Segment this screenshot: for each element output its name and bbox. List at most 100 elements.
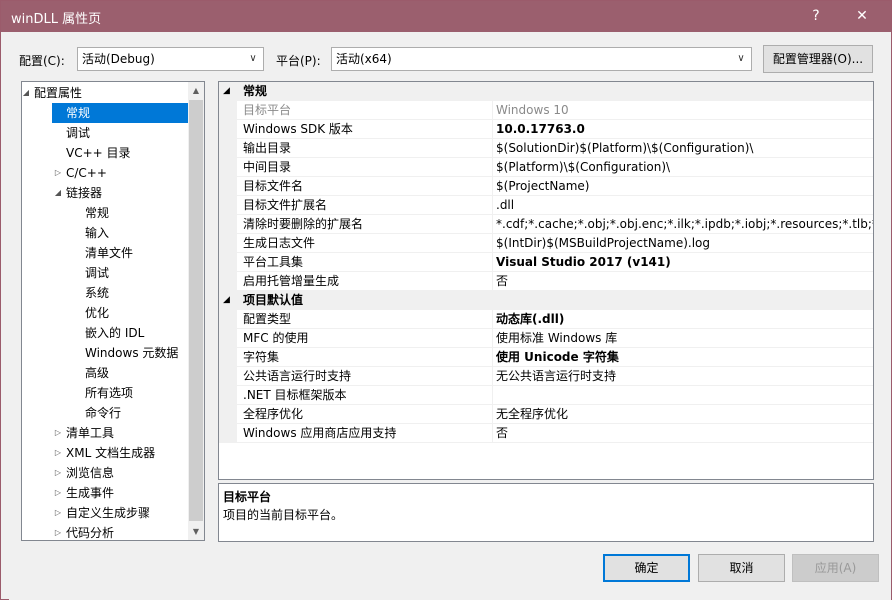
tree-item[interactable]: 嵌入的 IDL [22, 323, 188, 343]
property-row[interactable]: 清除时要删除的扩展名 *.cdf;*.cache;*.obj;*.obj.enc;… [219, 215, 873, 234]
property-grid[interactable]: ◢ 常规 目标平台 Windows 10 Windows SDK 版本 10.0.1776… [218, 81, 874, 480]
expand-arrow-icon[interactable]: ▷ [52, 163, 64, 183]
property-row[interactable]: 配置类型 动态库(.dll) [219, 310, 873, 329]
property-name: 配置类型 [243, 312, 292, 326]
property-row[interactable]: 字符集 使用 Unicode 字符集 [219, 348, 873, 367]
tree-item-label: 链接器 [66, 186, 103, 200]
row-gutter [219, 158, 237, 177]
tree-item[interactable]: Windows 元数据 [22, 343, 188, 363]
row-gutter [219, 272, 237, 291]
property-value[interactable]: Windows 10 [496, 101, 873, 120]
property-value[interactable]: 使用 Unicode 字符集 [496, 348, 873, 367]
apply-button[interactable]: 应用(A) [792, 554, 879, 582]
tree-item[interactable]: 高级 [22, 363, 188, 383]
tree-item[interactable]: 所有选项 [22, 383, 188, 403]
property-row[interactable]: 输出目录 $(SolutionDir)$(Platform)\$(Configur… [219, 139, 873, 158]
tree-item[interactable]: ▷ C/C++ [22, 163, 188, 183]
tree-scrollbar[interactable]: ▲ ▼ [188, 82, 204, 540]
property-tree[interactable]: ▲ ▼ ◢ 配置属性 常规 调试 VC++ 目录 ▷ C/C++ ◢ 链接器 常规 输入 清单文件 调试… [21, 81, 205, 541]
property-value[interactable]: *.cdf;*.cache;*.obj;*.obj.enc;*.ilk;*.ip… [496, 215, 873, 234]
property-row[interactable]: .NET 目标框架版本 [219, 386, 873, 405]
row-gutter [219, 386, 237, 405]
scroll-thumb[interactable] [189, 100, 203, 521]
help-button[interactable]: ? [793, 1, 839, 32]
expand-arrow-icon[interactable]: ▷ [52, 483, 64, 503]
expand-arrow-icon[interactable]: ▷ [52, 503, 64, 523]
title-bar[interactable]: winDLL 属性页 ? ✕ [1, 1, 891, 32]
property-row[interactable]: 目标文件扩展名 .dll [219, 196, 873, 215]
property-row[interactable]: 中间目录 $(Platform)\$(Configuration)\ [219, 158, 873, 177]
property-value[interactable]: $(SolutionDir)$(Platform)\$(Configuratio… [496, 139, 873, 158]
tree-item[interactable]: ▷ 清单工具 [22, 423, 188, 443]
row-gutter [219, 310, 237, 329]
property-value[interactable]: $(IntDir)$(MSBuildProjectName).log [496, 234, 873, 253]
property-row[interactable]: 公共语言运行时支持 无公共语言运行时支持 [219, 367, 873, 386]
property-row[interactable]: Windows 应用商店应用支持 否 [219, 424, 873, 443]
tree-item[interactable]: 常规 [52, 103, 188, 123]
property-value[interactable]: 动态库(.dll) [496, 310, 873, 329]
configuration-manager-button[interactable]: 配置管理器(O)... [763, 45, 873, 73]
description-panel: 目标平台 项目的当前目标平台。 [218, 483, 874, 542]
property-row[interactable]: 目标文件名 $(ProjectName) [219, 177, 873, 196]
tree-item[interactable]: 命令行 [22, 403, 188, 423]
property-name: 目标文件名 [243, 179, 304, 193]
expand-arrow-icon[interactable]: ▷ [52, 523, 64, 540]
property-row[interactable]: 启用托管增量生成 否 [219, 272, 873, 291]
tree-item[interactable]: 输入 [22, 223, 188, 243]
tree-item[interactable]: ◢ 链接器 [22, 183, 188, 203]
tree-item[interactable]: ▷ XML 文档生成器 [22, 443, 188, 463]
config-combo[interactable]: 活动(Debug) ∨ [77, 47, 264, 71]
collapse-arrow-icon[interactable]: ◢ [52, 183, 64, 203]
property-value[interactable]: 10.0.17763.0 [496, 120, 873, 139]
property-row[interactable]: 生成日志文件 $(IntDir)$(MSBuildProjectName).log [219, 234, 873, 253]
tree-item[interactable]: VC++ 目录 [22, 143, 188, 163]
expand-arrow-icon[interactable]: ▷ [52, 463, 64, 483]
property-value[interactable]: 无全程序优化 [496, 405, 873, 424]
property-value[interactable]: $(ProjectName) [496, 177, 873, 196]
property-row[interactable]: Windows SDK 版本 10.0.17763.0 [219, 120, 873, 139]
collapse-arrow-icon[interactable]: ◢ [223, 82, 233, 101]
close-button[interactable]: ✕ [839, 1, 885, 32]
column-divider [492, 386, 493, 405]
property-name: 启用托管增量生成 [243, 274, 340, 288]
property-row[interactable]: 目标平台 Windows 10 [219, 101, 873, 120]
tree-item[interactable]: ▷ 生成事件 [22, 483, 188, 503]
tree-item[interactable]: 优化 [22, 303, 188, 323]
tree-item[interactable]: ◢ 配置属性 [22, 83, 188, 103]
property-row[interactable]: MFC 的使用 使用标准 Windows 库 [219, 329, 873, 348]
tree-item-label: 命令行 [85, 406, 122, 420]
property-value[interactable]: .dll [496, 196, 873, 215]
ok-button[interactable]: 确定 [603, 554, 690, 582]
cancel-button[interactable]: 取消 [698, 554, 785, 582]
tree-item-label: 代码分析 [66, 526, 115, 540]
category-row[interactable]: ◢ 项目默认值 [219, 291, 873, 310]
property-row[interactable]: 平台工具集 Visual Studio 2017 (v141) [219, 253, 873, 272]
property-value[interactable]: 使用标准 Windows 库 [496, 329, 873, 348]
tree-item[interactable]: 调试 [22, 123, 188, 143]
tree-item[interactable]: ▷ 浏览信息 [22, 463, 188, 483]
property-row[interactable]: 全程序优化 无全程序优化 [219, 405, 873, 424]
tree-item[interactable]: ▷ 代码分析 [22, 523, 188, 540]
expand-arrow-icon[interactable]: ▷ [52, 423, 64, 443]
property-value[interactable]: 无公共语言运行时支持 [496, 367, 873, 386]
tree-item[interactable]: 常规 [22, 203, 188, 223]
tree-item[interactable]: 清单文件 [22, 243, 188, 263]
property-value[interactable]: 否 [496, 272, 873, 291]
tree-item-label: XML 文档生成器 [66, 446, 156, 460]
collapse-arrow-icon[interactable]: ◢ [22, 83, 32, 103]
property-value[interactable]: $(Platform)\$(Configuration)\ [496, 158, 873, 177]
scroll-up-icon[interactable]: ▲ [188, 82, 204, 99]
property-value[interactable]: 否 [496, 424, 873, 443]
tree-item[interactable]: 系统 [22, 283, 188, 303]
tree-item[interactable]: ▷ 自定义生成步骤 [22, 503, 188, 523]
scroll-down-icon[interactable]: ▼ [188, 523, 204, 540]
tree-item-label: Windows 元数据 [85, 346, 179, 360]
category-row[interactable]: ◢ 常规 [219, 82, 873, 101]
collapse-arrow-icon[interactable]: ◢ [223, 291, 233, 310]
expand-arrow-icon[interactable]: ▷ [52, 443, 64, 463]
column-divider [492, 348, 493, 367]
property-name: Windows SDK 版本 [243, 122, 353, 136]
tree-item[interactable]: 调试 [22, 263, 188, 283]
platform-combo[interactable]: 活动(x64) ∨ [331, 47, 752, 71]
property-value[interactable]: Visual Studio 2017 (v141) [496, 253, 873, 272]
